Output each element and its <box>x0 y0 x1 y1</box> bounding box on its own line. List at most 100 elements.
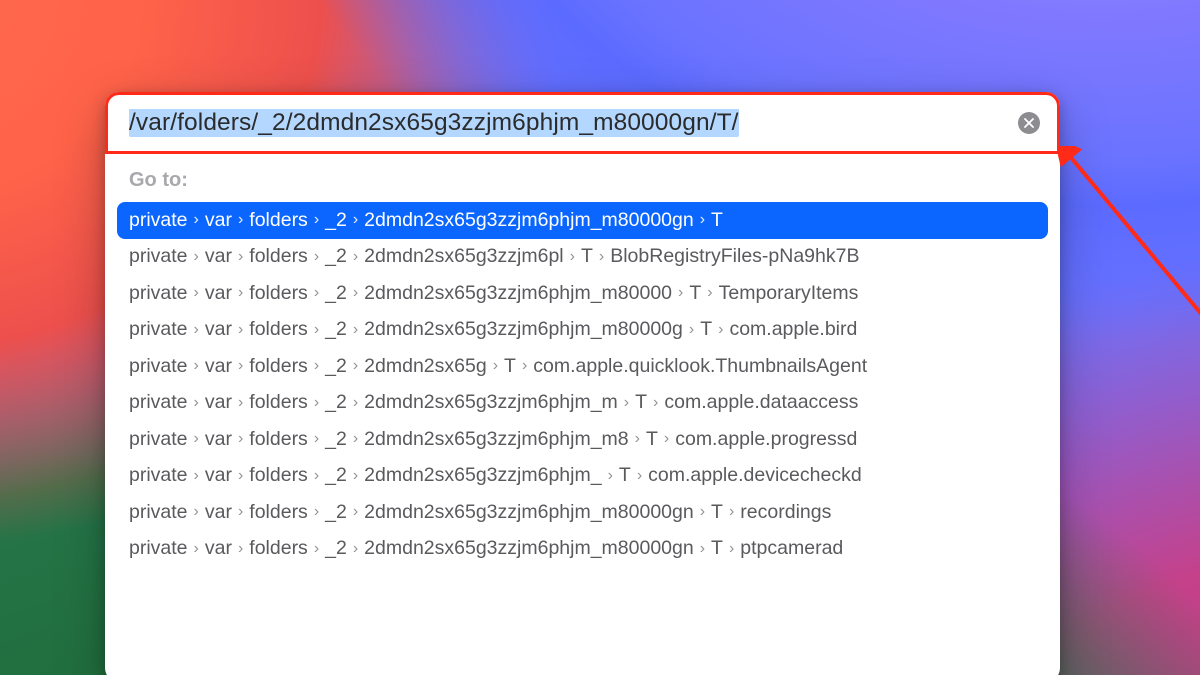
path-segment: T <box>711 501 723 524</box>
path-segment: _2 <box>325 355 347 378</box>
result-row[interactable]: private›var›folders›_2›2dmdn2sx65g3zzjm6… <box>117 385 1048 422</box>
result-row[interactable]: private›var›folders›_2›2dmdn2sx65g3zzjm6… <box>117 531 1048 568</box>
go-to-folder-popup: /var/folders/_2/2dmdn2sx65g3zzjm6phjm_m8… <box>105 92 1060 675</box>
path-segment: ptpcamerad <box>740 537 843 560</box>
path-segment: T <box>711 537 723 560</box>
chevron-right-icon: › <box>308 321 325 339</box>
path-segment: 2dmdn2sx65g3zzjm6phjm_m80000g <box>364 318 683 341</box>
chevron-right-icon: › <box>629 430 646 448</box>
chevron-right-icon: › <box>232 394 249 412</box>
path-segment: folders <box>249 355 308 378</box>
path-segment: private <box>129 537 188 560</box>
chevron-right-icon: › <box>188 211 205 229</box>
chevron-right-icon: › <box>308 357 325 375</box>
path-segment: T <box>619 464 631 487</box>
chevron-right-icon: › <box>188 248 205 266</box>
path-segment: private <box>129 318 188 341</box>
chevron-right-icon: › <box>308 467 325 485</box>
result-row[interactable]: private›var›folders›_2›2dmdn2sx65g3zzjm6… <box>117 202 1048 239</box>
path-segment: recordings <box>740 501 831 524</box>
path-segment: _2 <box>325 428 347 451</box>
chevron-right-icon: › <box>487 357 504 375</box>
path-segment: _2 <box>325 464 347 487</box>
chevron-right-icon: › <box>232 503 249 521</box>
chevron-right-icon: › <box>347 357 364 375</box>
chevron-right-icon: › <box>347 321 364 339</box>
chevron-right-icon: › <box>347 467 364 485</box>
path-segment: TemporaryItems <box>719 282 859 305</box>
clear-button[interactable] <box>1018 112 1040 134</box>
chevron-right-icon: › <box>723 503 740 521</box>
path-segment: folders <box>249 282 308 305</box>
chevron-right-icon: › <box>188 430 205 448</box>
chevron-right-icon: › <box>188 321 205 339</box>
path-segment: private <box>129 282 188 305</box>
path-segment: com.apple.quicklook.ThumbnailsAgent <box>533 355 867 378</box>
path-segment: T <box>646 428 658 451</box>
chevron-right-icon: › <box>232 540 249 558</box>
path-segment: var <box>205 209 232 232</box>
chevron-right-icon: › <box>347 394 364 412</box>
chevron-right-icon: › <box>308 211 325 229</box>
result-row[interactable]: private›var›folders›_2›2dmdn2sx65g›T›com… <box>117 348 1048 385</box>
path-segment: _2 <box>325 282 347 305</box>
path-segment: folders <box>249 209 308 232</box>
path-segment: var <box>205 282 232 305</box>
path-segment: var <box>205 464 232 487</box>
path-segment: 2dmdn2sx65g3zzjm6phjm_ <box>364 464 601 487</box>
close-icon <box>1024 118 1034 128</box>
chevron-right-icon: › <box>188 284 205 302</box>
result-row[interactable]: private›var›folders›_2›2dmdn2sx65g3zzjm6… <box>117 421 1048 458</box>
path-segment: BlobRegistryFiles-pNa9hk7B <box>610 245 859 268</box>
path-segment: private <box>129 464 188 487</box>
chevron-right-icon: › <box>188 394 205 412</box>
chevron-right-icon: › <box>188 357 205 375</box>
chevron-right-icon: › <box>232 284 249 302</box>
path-segment: private <box>129 428 188 451</box>
path-segment: 2dmdn2sx65g3zzjm6phjm_m80000gn <box>364 209 694 232</box>
path-segment: _2 <box>325 318 347 341</box>
path-segment: _2 <box>325 537 347 560</box>
chevron-right-icon: › <box>188 540 205 558</box>
path-segment: _2 <box>325 245 347 268</box>
chevron-right-icon: › <box>308 394 325 412</box>
path-segment: T <box>581 245 593 268</box>
section-label: Go to: <box>105 154 1060 202</box>
path-segment: 2dmdn2sx65g3zzjm6phjm_m80000 <box>364 282 672 305</box>
result-row[interactable]: private›var›folders›_2›2dmdn2sx65g3zzjm6… <box>117 239 1048 276</box>
chevron-right-icon: › <box>516 357 533 375</box>
result-row[interactable]: private›var›folders›_2›2dmdn2sx65g3zzjm6… <box>117 494 1048 531</box>
path-segment: folders <box>249 391 308 414</box>
chevron-right-icon: › <box>658 430 675 448</box>
path-segment: private <box>129 501 188 524</box>
path-segment: 2dmdn2sx65g3zzjm6phjm_m <box>364 391 618 414</box>
path-segment: folders <box>249 318 308 341</box>
path-segment: private <box>129 355 188 378</box>
chevron-right-icon: › <box>232 211 249 229</box>
results-list: private›var›folders›_2›2dmdn2sx65g3zzjm6… <box>105 202 1060 567</box>
path-segment: com.apple.bird <box>729 318 857 341</box>
chevron-right-icon: › <box>564 248 581 266</box>
path-segment: folders <box>249 245 308 268</box>
result-row[interactable]: private›var›folders›_2›2dmdn2sx65g3zzjm6… <box>117 458 1048 495</box>
chevron-right-icon: › <box>232 321 249 339</box>
path-segment: 2dmdn2sx65g3zzjm6phjm_m8 <box>364 428 628 451</box>
path-input-row: /var/folders/_2/2dmdn2sx65g3zzjm6phjm_m8… <box>105 92 1060 154</box>
path-segment: var <box>205 501 232 524</box>
path-segment: _2 <box>325 391 347 414</box>
path-segment: T <box>700 318 712 341</box>
path-segment: 2dmdn2sx65g <box>364 355 487 378</box>
path-segment: com.apple.dataaccess <box>664 391 858 414</box>
path-input[interactable]: /var/folders/_2/2dmdn2sx65g3zzjm6phjm_m8… <box>129 109 1006 137</box>
path-segment: _2 <box>325 209 347 232</box>
path-segment: private <box>129 209 188 232</box>
result-row[interactable]: private›var›folders›_2›2dmdn2sx65g3zzjm6… <box>117 312 1048 349</box>
path-segment: 2dmdn2sx65g3zzjm6pl <box>364 245 563 268</box>
chevron-right-icon: › <box>647 394 664 412</box>
chevron-right-icon: › <box>308 430 325 448</box>
chevron-right-icon: › <box>308 248 325 266</box>
result-row[interactable]: private›var›folders›_2›2dmdn2sx65g3zzjm6… <box>117 275 1048 312</box>
path-segment: T <box>635 391 647 414</box>
chevron-right-icon: › <box>188 467 205 485</box>
chevron-right-icon: › <box>701 284 718 302</box>
